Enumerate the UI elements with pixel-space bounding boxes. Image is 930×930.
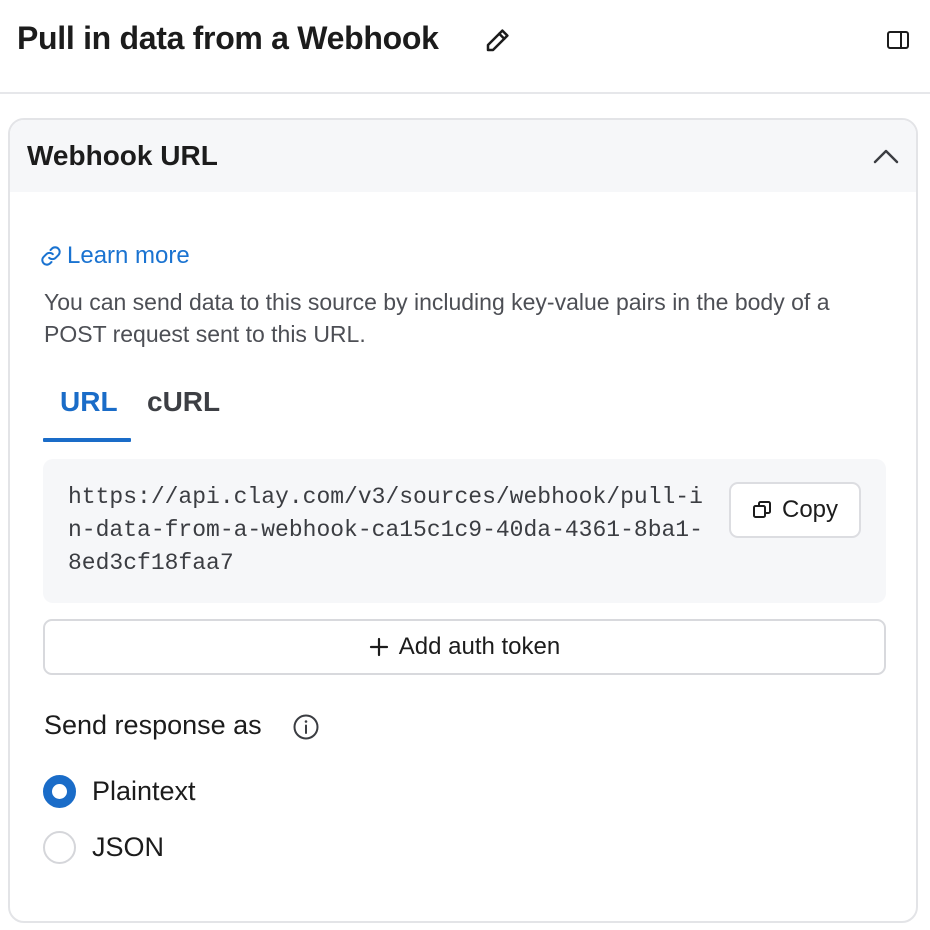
radio-button-plaintext[interactable] (43, 774, 76, 808)
radio-label-plaintext: Plaintext (92, 775, 196, 806)
plus-icon (369, 637, 388, 657)
info-icon[interactable] (292, 713, 320, 741)
sidebar-panel-icon[interactable] (886, 29, 910, 51)
copy-label: Copy (781, 496, 839, 523)
learn-more-link[interactable]: Learn more (40, 241, 190, 271)
add-auth-token-button[interactable]: Add auth token (43, 619, 886, 675)
webhook-url-card: Webhook URL Learn more You can send data… (8, 118, 918, 923)
tab-curl[interactable]: cURL (147, 386, 220, 418)
webhook-url-text[interactable]: https://api.clay.com/v3/sources/webhook/… (68, 481, 708, 580)
active-tab-indicator (43, 438, 131, 442)
radio-label-json: JSON (92, 831, 165, 862)
radio-option-plaintext[interactable]: Plaintext (43, 774, 196, 808)
link-icon (41, 246, 61, 266)
card-header[interactable]: Webhook URL (10, 120, 916, 192)
copy-icon (752, 501, 771, 518)
webhook-url-box: https://api.clay.com/v3/sources/webhook/… (43, 459, 886, 603)
radio-button-json[interactable] (43, 830, 76, 864)
send-response-label: Send response as (44, 710, 262, 740)
copy-button[interactable]: Copy (729, 482, 861, 538)
radio-option-json[interactable]: JSON (43, 830, 164, 864)
card-title: Webhook URL (27, 140, 218, 171)
pencil-icon[interactable] (483, 25, 513, 55)
learn-more-label: Learn more (67, 242, 190, 269)
description-text: You can send data to this source by incl… (44, 289, 830, 347)
page-title: Pull in data from a Webhook (17, 20, 439, 56)
chevron-up-icon[interactable] (872, 144, 900, 168)
tab-url[interactable]: URL (60, 386, 118, 418)
add-auth-token-label: Add auth token (398, 633, 561, 660)
page-header: Pull in data from a Webhook (0, 0, 930, 94)
